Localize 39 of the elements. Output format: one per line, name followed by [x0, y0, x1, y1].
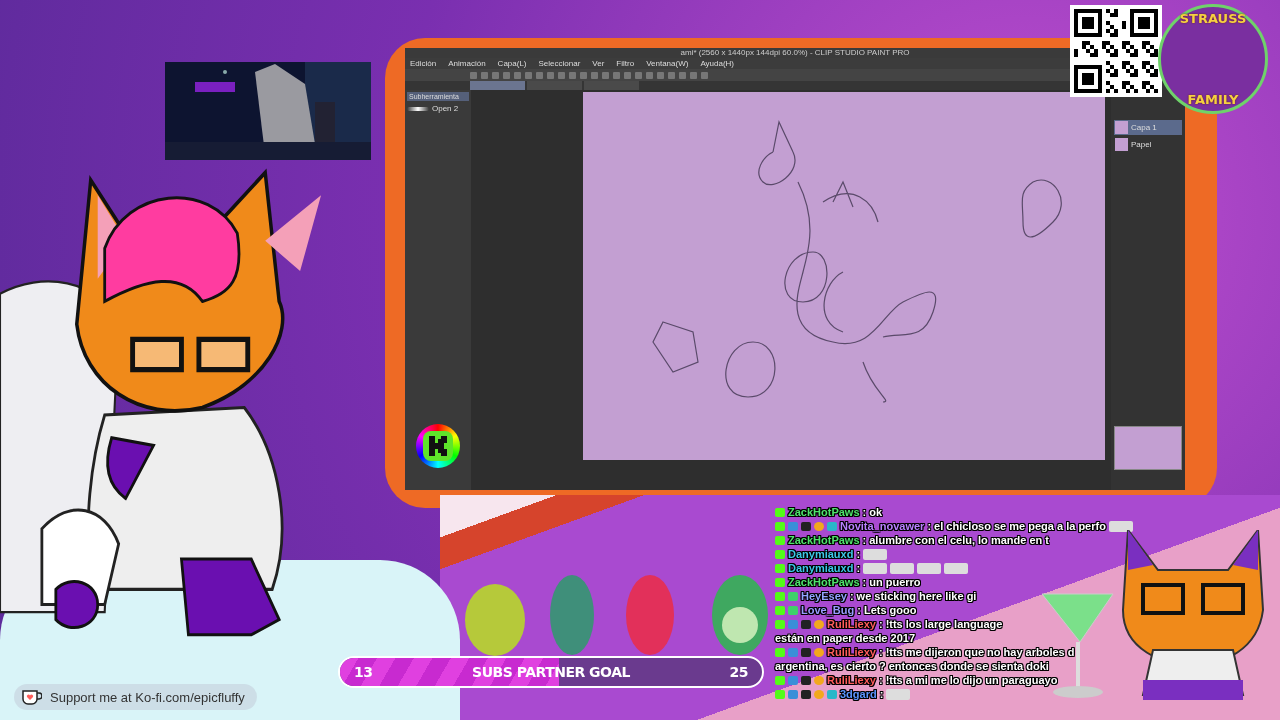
chat-message: : alumbre con el celu, lo mande en t	[862, 533, 1049, 547]
logo-text: STRAUSS	[1179, 11, 1247, 26]
chat-message: : el chicloso se me pega a la perfo	[927, 519, 1106, 533]
coffee-cup-icon	[22, 689, 42, 705]
layer-row[interactable]: Capa 1	[1114, 120, 1182, 135]
menu-item[interactable]: Ventana(W)	[646, 59, 689, 68]
chat-message: : Lets gooo	[857, 603, 917, 617]
menu-item[interactable]: Ver	[592, 59, 605, 68]
menu-item[interactable]: Ayuda(H)	[700, 59, 735, 68]
menu-item[interactable]: Filtro	[616, 59, 635, 68]
chat-message: :	[856, 561, 861, 575]
chat-message: están en paper desde 2017	[775, 631, 916, 645]
goal-current: 13	[354, 664, 373, 680]
color-wheel[interactable]	[416, 424, 460, 468]
chat-username[interactable]: Danymiauxd	[788, 561, 854, 575]
chat-message: : we sticking here like gi	[849, 589, 977, 603]
goal-target: 25	[729, 664, 748, 680]
chat-message: : !tts me dijeron que no hay arboles d	[878, 645, 1075, 659]
k-logo-icon	[429, 436, 447, 456]
chat-message: :	[856, 547, 861, 561]
goal-title: SUBS PARTNER GOAL	[472, 664, 630, 680]
menu-item[interactable]: Edición	[410, 59, 437, 68]
chat-message: : un puerro	[862, 575, 921, 589]
menu-item[interactable]: Animación	[448, 59, 486, 68]
chat-username[interactable]: ZackHotPaws	[788, 575, 860, 589]
chat-username[interactable]: Danymiauxd	[788, 547, 854, 561]
menu-item[interactable]: Seleccionar	[538, 59, 581, 68]
chat-message: argentina, es cierto ? entonces donde se sienta doki	[775, 659, 1050, 673]
layer-row[interactable]: Papel	[1114, 137, 1182, 152]
chat-message: : ok	[862, 505, 883, 519]
chat-message: : !tts los large language	[878, 617, 1003, 631]
logo-text: FAMILY	[1187, 92, 1239, 107]
navigator-preview	[1114, 426, 1182, 470]
chat-message: : !tts a mi me lo dijo un paraguayo	[878, 673, 1058, 687]
brush-item[interactable]: Open 2	[407, 104, 469, 113]
chat-username[interactable]: ZackHotPaws	[788, 505, 860, 519]
chat-message: :	[879, 687, 884, 701]
chat-username[interactable]: ZackHotPaws	[788, 533, 860, 547]
menu-item[interactable]: Capa(L)	[497, 59, 527, 68]
